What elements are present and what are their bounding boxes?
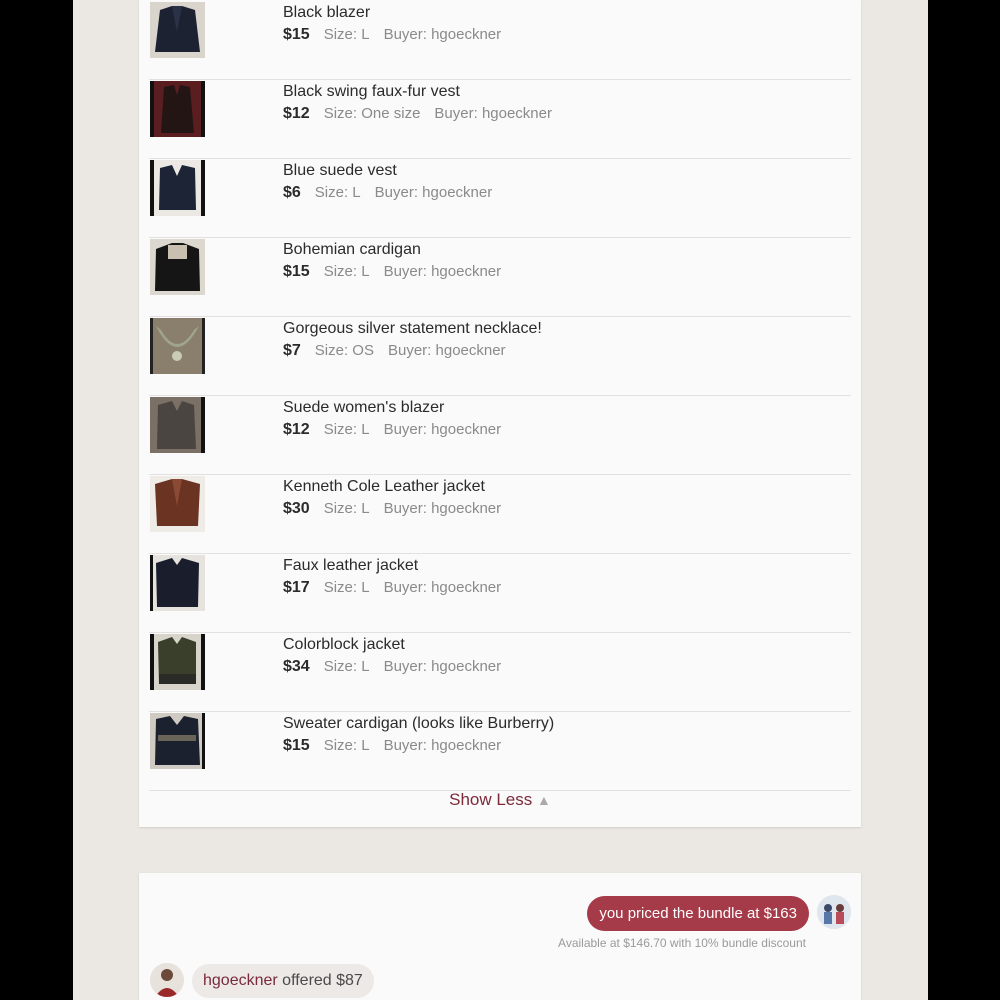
- item-price: $15: [283, 737, 310, 754]
- item-title: Colorblock jacket: [283, 636, 405, 653]
- item-buyer: Buyer: hgoeckner: [383, 737, 502, 754]
- item-meta: $30 Size: L Buyer: hgoeckner: [283, 500, 501, 518]
- item-meta: $34 Size: L Buyer: hgoeckner: [283, 658, 501, 676]
- item-buyer: Buyer: hgoeckner: [387, 342, 506, 359]
- item-title: Sweater cardigan (looks like Burberry): [283, 715, 555, 732]
- item-buyer: Buyer: hgoeckner: [383, 500, 502, 517]
- item-buyer: Buyer: hgoeckner: [383, 421, 502, 438]
- item-price: $12: [283, 105, 310, 122]
- my-avatar[interactable]: [817, 895, 851, 929]
- item-price: $30: [283, 500, 310, 517]
- item-size: Size: OS: [314, 342, 374, 359]
- item-buyer: Buyer: hgoeckner: [383, 579, 502, 596]
- item-buyer: Buyer: hgoeckner: [374, 184, 493, 201]
- item-meta: $12 Size: One size Buyer: hgoeckner: [283, 105, 552, 123]
- item-size: Size: L: [323, 737, 370, 754]
- item-buyer: Buyer: hgoeckner: [383, 26, 502, 43]
- bundle-items-card: Black blazer $15 Size: L Buyer: hgoeckner …: [139, 0, 861, 827]
- item-title: Kenneth Cole Leather jacket: [283, 478, 485, 495]
- leather-jacket-photo: [150, 476, 205, 532]
- item-price: $7: [283, 342, 301, 359]
- item-price: $12: [283, 421, 310, 438]
- item-price: $15: [283, 26, 310, 43]
- offer-text: offered $87: [277, 972, 363, 989]
- item-title: Faux leather jacket: [283, 557, 419, 574]
- app-screen: Black blazer $15 Size: L Buyer: hgoeckner …: [73, 0, 928, 1000]
- item-price: $15: [283, 263, 310, 280]
- offer-username-link[interactable]: hgoeckner: [203, 972, 278, 989]
- suede-vest-photo: [150, 160, 205, 216]
- item-size: Size: L: [323, 421, 370, 438]
- item-title: Bohemian cardigan: [283, 241, 421, 258]
- list-item[interactable]: Sweater cardigan (looks like Burberry) $…: [149, 711, 851, 791]
- list-item[interactable]: Bohemian cardigan $15 Size: L Buyer: hgoec…: [149, 237, 851, 317]
- item-size: Size: One size: [323, 105, 421, 122]
- bundle-price-message: you priced the bundle at $163: [587, 896, 809, 931]
- item-meta: $17 Size: L Buyer: hgoeckner: [283, 579, 501, 597]
- item-size: Size: L: [323, 500, 370, 517]
- item-price: $6: [283, 184, 301, 201]
- item-title: Blue suede vest: [283, 162, 397, 179]
- item-price: $17: [283, 579, 310, 596]
- necklace-photo: [150, 318, 205, 374]
- list-item[interactable]: Blue suede vest $6 Size: L Buyer: hgoeckne…: [149, 158, 851, 238]
- item-buyer: Buyer: hgoeckner: [434, 105, 552, 122]
- item-price: $34: [283, 658, 310, 675]
- show-less-label: Show Less: [449, 790, 533, 809]
- show-less-button[interactable]: Show Less ▲: [139, 790, 861, 810]
- bundle-discount-note: Available at $146.70 with 10% bundle dis…: [558, 936, 806, 950]
- item-meta: $7 Size: OS Buyer: hgoeckner: [283, 342, 506, 360]
- list-item[interactable]: Kenneth Cole Leather jacket $30 Size: L Bu…: [149, 474, 851, 554]
- item-meta: $15 Size: L Buyer: hgoeckner: [283, 737, 501, 755]
- list-item[interactable]: Suede women's blazer $12 Size: L Buyer: hg…: [149, 395, 851, 475]
- item-title: Black swing faux-fur vest: [283, 83, 460, 100]
- suede-blazer-photo: [150, 397, 205, 453]
- sweater-cardigan-photo: [150, 713, 205, 769]
- item-meta: $15 Size: L Buyer: hgoeckner: [283, 26, 501, 44]
- black-blazer-photo: [150, 2, 205, 58]
- colorblock-jacket-photo: [150, 634, 205, 690]
- item-size: Size: L: [314, 184, 361, 201]
- item-size: Size: L: [323, 579, 370, 596]
- item-size: Size: L: [323, 263, 370, 280]
- list-item[interactable]: Gorgeous silver statement necklace! $7 Si…: [149, 316, 851, 396]
- fur-vest-photo: [150, 81, 205, 137]
- list-item[interactable]: Black blazer $15 Size: L Buyer: hgoeckner: [149, 0, 851, 80]
- item-meta: $15 Size: L Buyer: hgoeckner: [283, 263, 501, 281]
- faux-leather-jacket-photo: [150, 555, 205, 611]
- item-size: Size: L: [323, 658, 370, 675]
- item-meta: $6 Size: L Buyer: hgoeckner: [283, 184, 492, 202]
- list-item[interactable]: Faux leather jacket $17 Size: L Buyer: hgo…: [149, 553, 851, 633]
- cardigan-photo: [150, 239, 205, 295]
- item-title: Suede women's blazer: [283, 399, 445, 416]
- buyer-avatar[interactable]: [150, 963, 184, 997]
- item-size: Size: L: [323, 26, 370, 43]
- offer-conversation-card: you priced the bundle at $163 Available …: [139, 873, 861, 1000]
- item-meta: $12 Size: L Buyer: hgoeckner: [283, 421, 501, 439]
- list-item[interactable]: Black swing faux-fur vest $12 Size: One s…: [149, 79, 851, 159]
- item-title: Black blazer: [283, 4, 371, 21]
- chevron-up-icon: ▲: [537, 792, 551, 808]
- offer-message: hgoeckner offered $87: [192, 964, 374, 998]
- item-buyer: Buyer: hgoeckner: [383, 263, 502, 280]
- item-title: Gorgeous silver statement necklace!: [283, 320, 542, 337]
- item-buyer: Buyer: hgoeckner: [383, 658, 502, 675]
- list-item[interactable]: Colorblock jacket $34 Size: L Buyer: hgoec…: [149, 632, 851, 712]
